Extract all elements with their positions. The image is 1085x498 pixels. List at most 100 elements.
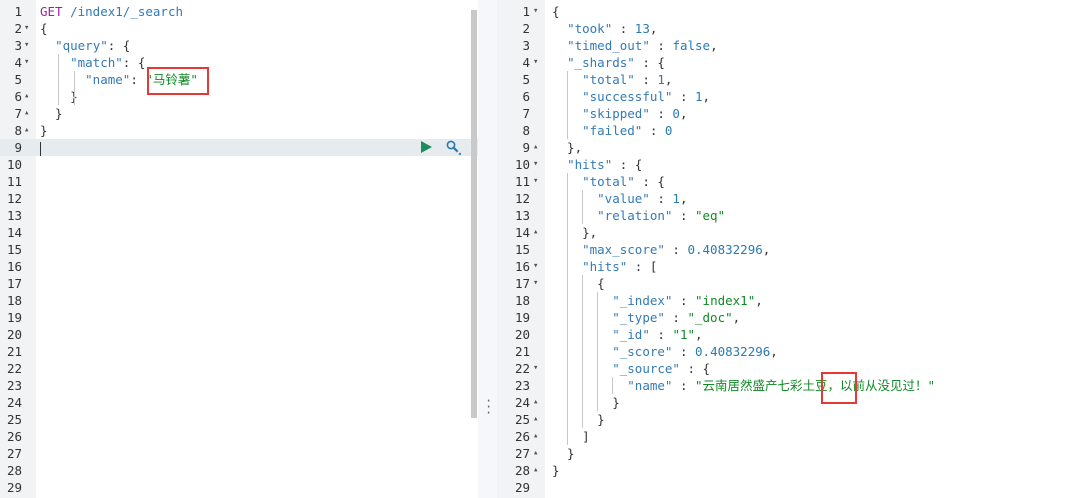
request-line[interactable]: 9 [0, 139, 478, 156]
request-line[interactable]: 24 [0, 394, 478, 411]
request-line[interactable]: 26 [0, 428, 478, 445]
fold-arrow-down-icon[interactable]: ▾ [533, 275, 538, 292]
fold-arrow-down-icon[interactable]: ▾ [533, 173, 538, 190]
response-line: 7 "skipped" : 0, [497, 105, 1085, 122]
line-number: 14 [6, 225, 22, 240]
request-line[interactable]: 16 [0, 258, 478, 275]
fold-arrow-down-icon[interactable]: ▾ [533, 54, 538, 71]
line-number: 1 [14, 4, 22, 19]
fold-arrow-up-icon[interactable]: ▴ [533, 224, 538, 241]
fold-arrow-down-icon[interactable]: ▾ [533, 258, 538, 275]
line-number: 25 [514, 412, 530, 427]
pane-divider[interactable] [478, 0, 497, 498]
editor-scrollbar[interactable] [471, 10, 477, 418]
line-number: 18 [514, 293, 530, 308]
line-number: 16 [6, 259, 22, 274]
code-token: "value" [597, 191, 650, 206]
request-line[interactable]: 3 ▾ "query": { [0, 37, 478, 54]
line-number: 2 [522, 21, 530, 36]
request-line[interactable]: 14 [0, 224, 478, 241]
code-token: : { [634, 55, 665, 70]
line-number: 13 [6, 208, 22, 223]
request-line[interactable]: 18 [0, 292, 478, 309]
request-line[interactable]: 2 ▾ { [0, 20, 478, 37]
request-line[interactable]: 19 [0, 309, 478, 326]
request-line[interactable]: 29 [0, 479, 478, 496]
request-line[interactable]: 6 ▴ } [0, 88, 478, 105]
response-line: 29 [497, 479, 1085, 496]
fold-arrow-up-icon[interactable]: ▴ [533, 462, 538, 479]
fold-arrow-down-icon[interactable]: ▾ [24, 54, 29, 71]
request-line[interactable]: 25 [0, 411, 478, 428]
fold-arrow-down-icon[interactable]: ▾ [533, 156, 538, 173]
code-text: "_source" : { [552, 360, 710, 377]
wrench-icon[interactable] [445, 139, 463, 157]
code-token: "match" [70, 55, 123, 70]
indent-guide [582, 275, 583, 428]
fold-arrow-up-icon[interactable]: ▴ [24, 122, 29, 139]
request-line[interactable]: 8 ▴} [0, 122, 478, 139]
request-line[interactable]: 1 GET /index1/_search [0, 3, 478, 20]
code-token: : [664, 242, 688, 257]
request-line[interactable]: 20 [0, 326, 478, 343]
code-token: , [762, 242, 771, 257]
indent-guide [74, 71, 75, 105]
request-line[interactable]: 10 [0, 156, 478, 173]
request-line[interactable]: 27 [0, 445, 478, 462]
fold-arrow-up-icon[interactable]: ▴ [533, 428, 538, 445]
code-text: "_type" : "_doc", [552, 309, 740, 326]
fold-arrow-up-icon[interactable]: ▴ [533, 139, 538, 156]
request-line[interactable]: 4 ▾ "match": { [0, 54, 478, 71]
fold-arrow-up-icon[interactable]: ▴ [533, 445, 538, 462]
code-token: "eq" [695, 208, 726, 223]
line-number: 22 [6, 361, 22, 376]
response-line: 26 ▴ ] [497, 428, 1085, 445]
request-editor[interactable]: 1 GET /index1/_search 2 ▾{3 ▾ "query": {4 ▾ "… [0, 0, 478, 498]
response-line: 13 "relation" : "eq" [497, 207, 1085, 224]
line-number: 1 [522, 4, 530, 19]
request-line[interactable]: 23 [0, 377, 478, 394]
request-line[interactable]: 21 [0, 343, 478, 360]
response-line: 15 "max_score" : 0.40832296, [497, 241, 1085, 258]
code-token: "_type" [612, 310, 665, 325]
code-text: { [552, 3, 560, 20]
resize-handle-icon[interactable]: · · · [485, 395, 492, 419]
fold-arrow-down-icon[interactable]: ▾ [533, 360, 538, 377]
code-token: false [672, 38, 711, 53]
request-line[interactable]: 28 [0, 462, 478, 479]
response-line: 20 "_id" : "1", [497, 326, 1085, 343]
fold-arrow-up-icon[interactable]: ▴ [533, 394, 538, 411]
line-number: 17 [514, 276, 530, 291]
fold-arrow-up-icon[interactable]: ▴ [533, 411, 538, 428]
request-line[interactable]: 13 [0, 207, 478, 224]
run-request-button[interactable] [421, 141, 432, 153]
request-line[interactable]: 15 [0, 241, 478, 258]
line-number: 6 [522, 89, 530, 104]
line-number: 21 [514, 344, 530, 359]
fold-arrow-down-icon[interactable]: ▾ [533, 3, 538, 20]
request-line[interactable]: 5 "name": "马铃薯" [0, 71, 478, 88]
code-text: { [552, 275, 605, 292]
indent-guide [567, 71, 568, 139]
request-code-lines[interactable]: 1 GET /index1/_search 2 ▾{3 ▾ "query": {4 ▾ "… [0, 3, 478, 496]
fold-arrow-down-icon[interactable]: ▾ [24, 20, 29, 37]
request-line[interactable]: 11 [0, 173, 478, 190]
response-line: 5 "total" : 1, [497, 71, 1085, 88]
code-token: : [130, 72, 146, 87]
request-line[interactable]: 17 [0, 275, 478, 292]
request-line[interactable]: 12 [0, 190, 478, 207]
code-token: "name" [85, 72, 131, 87]
code-token: }, [552, 225, 598, 240]
request-line[interactable]: 7 ▴ } [0, 105, 478, 122]
fold-arrow-up-icon[interactable]: ▴ [24, 88, 29, 105]
request-line[interactable]: 22 [0, 360, 478, 377]
fold-arrow-up-icon[interactable]: ▴ [24, 105, 29, 122]
fold-arrow-down-icon[interactable]: ▾ [24, 37, 29, 54]
code-token: "_doc" [687, 310, 733, 325]
